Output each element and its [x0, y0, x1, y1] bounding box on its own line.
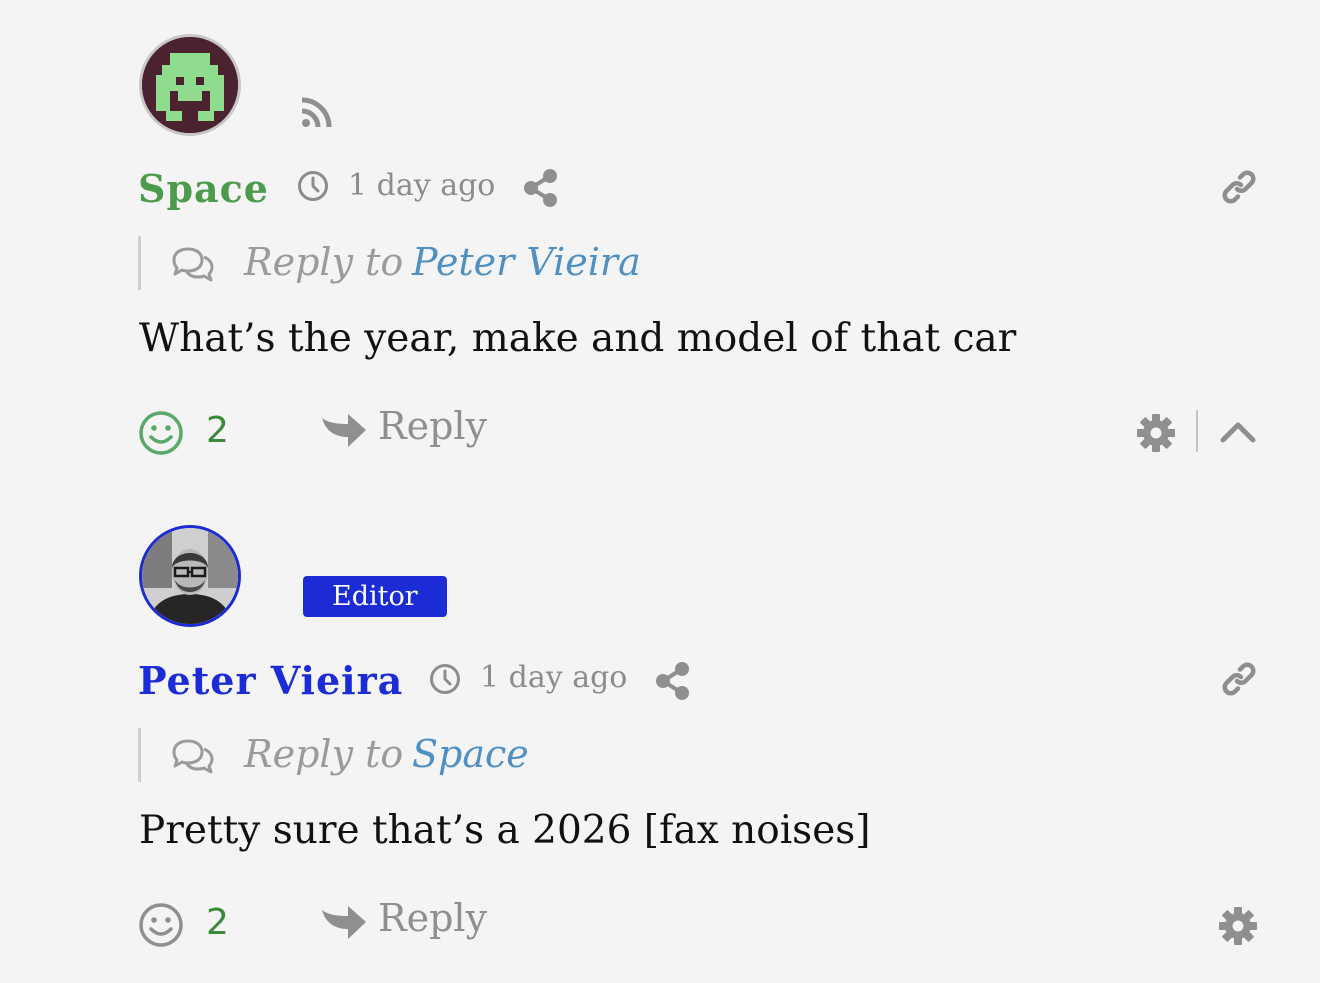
- comment-body: What’s the year, make and model of that …: [139, 316, 1017, 361]
- clock-icon: [429, 663, 461, 695]
- comment-body: Pretty sure that’s a 2026 [fax noises]: [139, 808, 871, 853]
- reaction-count: 2: [206, 410, 229, 451]
- rss-icon[interactable]: [300, 97, 332, 129]
- chat-bubbles-icon: [170, 246, 216, 282]
- reply-to-label: Reply to: [244, 732, 404, 776]
- avatar[interactable]: [139, 525, 241, 627]
- reaction-count: 2: [206, 902, 229, 943]
- reply-label: Reply: [378, 404, 488, 448]
- reply-indicator-bar: [138, 728, 141, 782]
- reply-to-link[interactable]: Space: [412, 732, 529, 776]
- reply-arrow-icon: [320, 904, 368, 942]
- share-icon[interactable]: [522, 168, 560, 208]
- gear-icon[interactable]: [1218, 906, 1258, 946]
- gear-icon[interactable]: [1136, 413, 1176, 453]
- chat-bubbles-icon: [170, 738, 216, 774]
- comment-author[interactable]: Space: [138, 166, 269, 211]
- link-icon[interactable]: [1220, 660, 1258, 698]
- comment-timestamp[interactable]: 1 day ago: [348, 168, 495, 203]
- reply-to-link[interactable]: Peter Vieira: [412, 240, 641, 284]
- chevron-up-icon[interactable]: [1219, 418, 1257, 444]
- reply-to-label: Reply to: [244, 240, 404, 284]
- reply-indicator-bar: [138, 236, 141, 290]
- reply-label: Reply: [378, 896, 488, 940]
- reply-arrow-icon: [320, 412, 368, 450]
- editor-badge: Editor: [303, 576, 447, 617]
- comment-author[interactable]: Peter Vieira: [138, 658, 403, 703]
- smile-icon[interactable]: [138, 902, 184, 948]
- link-icon[interactable]: [1220, 168, 1258, 206]
- avatar[interactable]: [139, 34, 241, 136]
- smile-icon[interactable]: [138, 410, 184, 456]
- divider: [1196, 410, 1198, 452]
- share-icon[interactable]: [654, 661, 692, 701]
- comment-timestamp[interactable]: 1 day ago: [480, 660, 627, 695]
- clock-icon: [297, 170, 329, 202]
